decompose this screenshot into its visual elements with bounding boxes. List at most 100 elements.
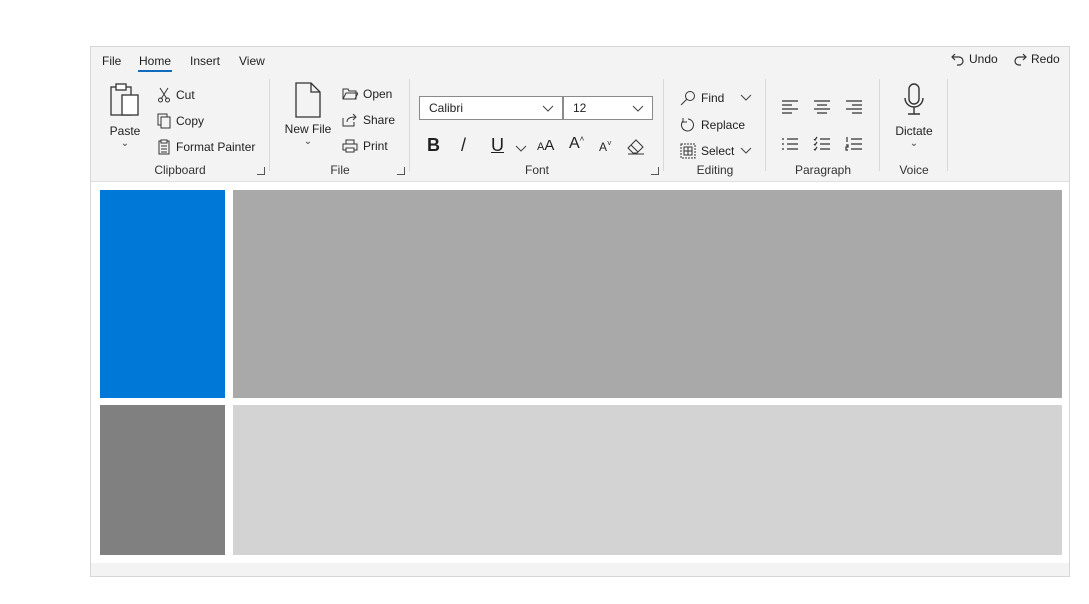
tab-insert[interactable]: Insert [190, 54, 220, 68]
content-area [91, 181, 1069, 563]
share-button[interactable]: Share [342, 113, 395, 127]
printer-icon [342, 139, 358, 153]
redo-label: Redo [1031, 52, 1060, 66]
chevron-down-icon: ⌄ [120, 138, 130, 149]
paste-button[interactable]: Paste ⌄ [105, 81, 145, 149]
font-launcher-icon[interactable] [651, 167, 659, 175]
chevron-down-icon: ⌄ [303, 136, 313, 147]
chevron-down-icon[interactable] [515, 143, 527, 155]
chevron-down-icon: ⌄ [909, 138, 919, 149]
paste-icon [110, 83, 139, 116]
voice-group-label: Voice [899, 163, 929, 177]
cut-button[interactable]: Cut [157, 87, 195, 103]
dictate-label: Dictate [895, 124, 933, 138]
chevron-down-icon [741, 147, 752, 154]
format-painter-icon [158, 139, 170, 155]
format-painter-label: Format Painter [176, 140, 256, 154]
voice-group: Dictate ⌄ Voice [881, 79, 947, 177]
find-button[interactable]: Find [680, 90, 753, 106]
new-file-icon [295, 82, 321, 118]
file-group: New File ⌄ Open Share Print File [271, 79, 409, 177]
shrink-font-icon: A˅ [599, 139, 612, 154]
clipboard-group-label: Clipboard [154, 163, 206, 177]
grow-font-icon: A˄ [569, 135, 585, 153]
font-size-select[interactable]: 12 [563, 96, 653, 120]
change-case-icon: AA [537, 137, 555, 154]
font-family-select[interactable]: Calibri [419, 96, 563, 120]
format-painter-button[interactable]: Format Painter [157, 139, 255, 155]
replace-icon [681, 118, 694, 132]
clipboard-group: Paste ⌄ Cut Copy Format Painter Clipboar… [91, 79, 269, 177]
paragraph-group-label: Paragraph [794, 163, 852, 177]
undo-label: Undo [969, 52, 998, 66]
tab-file[interactable]: File [102, 54, 121, 68]
numbered-list-icon[interactable] [845, 136, 863, 152]
redo-button[interactable]: Redo [1013, 52, 1060, 66]
file-launcher-icon[interactable] [397, 167, 405, 175]
undo-icon [951, 53, 964, 66]
chevron-down-icon [632, 105, 644, 112]
ribbon: Paste ⌄ Cut Copy Format Painter Clipboar… [91, 75, 1069, 181]
tab-home[interactable]: Home [137, 54, 173, 72]
paste-label: Paste [109, 124, 141, 138]
tab-view[interactable]: View [239, 54, 265, 68]
new-file-button[interactable]: New File ⌄ [279, 81, 337, 147]
chevron-down-icon [740, 94, 752, 101]
chevron-down-icon [542, 105, 554, 112]
redo-icon [1014, 53, 1027, 66]
dictate-button[interactable]: Dictate ⌄ [885, 81, 943, 149]
cut-label: Cut [176, 88, 195, 102]
folder-open-icon [342, 88, 358, 100]
change-case-button[interactable]: AA [537, 137, 554, 154]
find-label: Find [701, 91, 725, 105]
bold-button[interactable]: B [427, 135, 440, 156]
open-button[interactable]: Open [342, 87, 392, 101]
separator [947, 79, 948, 171]
bullet-list-icon[interactable] [781, 136, 799, 152]
eraser-icon[interactable] [627, 139, 645, 155]
editing-group-label: Editing [696, 163, 734, 177]
clipboard-launcher-icon[interactable] [257, 167, 265, 175]
ribbon-tabs: File Home Insert View Undo Redo [91, 47, 1069, 75]
light-gray-block [233, 405, 1062, 555]
blue-block [100, 190, 225, 398]
shrink-font-button[interactable]: A˅ [599, 139, 612, 154]
checklist-icon[interactable] [813, 136, 831, 152]
align-center-icon[interactable] [813, 99, 831, 115]
font-family-value: Calibri [429, 101, 464, 115]
copy-label: Copy [176, 114, 205, 128]
select-all-icon [680, 143, 696, 159]
scissors-icon [158, 87, 170, 103]
font-group: Calibri 12 B / U AA A˄ A˅ Font [411, 79, 663, 177]
replace-label: Replace [701, 118, 746, 132]
file-group-label: File [330, 163, 350, 177]
copy-button[interactable]: Copy [157, 113, 204, 129]
paragraph-group: Paragraph [767, 79, 879, 177]
microphone-icon [904, 83, 924, 115]
print-label: Print [363, 139, 388, 153]
undo-button[interactable]: Undo [951, 52, 998, 66]
share-icon [342, 113, 357, 127]
separator [269, 79, 270, 171]
editing-group: Find Replace Select Editing [665, 79, 765, 177]
separator [765, 79, 766, 171]
separator [409, 79, 410, 171]
align-left-icon[interactable] [781, 99, 799, 115]
separator [663, 79, 664, 171]
align-right-icon[interactable] [845, 99, 863, 115]
app-window: File Home Insert View Undo Redo Paste ⌄ [90, 46, 1070, 577]
grow-font-button[interactable]: A˄ [569, 135, 584, 153]
underline-button[interactable]: U [491, 135, 504, 156]
separator [879, 79, 880, 171]
font-group-label: Font [524, 163, 549, 177]
copy-icon [157, 113, 171, 129]
select-label: Select [701, 144, 735, 158]
print-button[interactable]: Print [342, 139, 388, 153]
select-button[interactable]: Select [680, 143, 753, 159]
dark-gray-block [233, 190, 1062, 398]
italic-button[interactable]: / [461, 135, 466, 156]
new-file-label: New File [284, 122, 332, 136]
share-label: Share [363, 113, 396, 127]
replace-button[interactable]: Replace [680, 117, 745, 133]
open-label: Open [363, 87, 393, 101]
